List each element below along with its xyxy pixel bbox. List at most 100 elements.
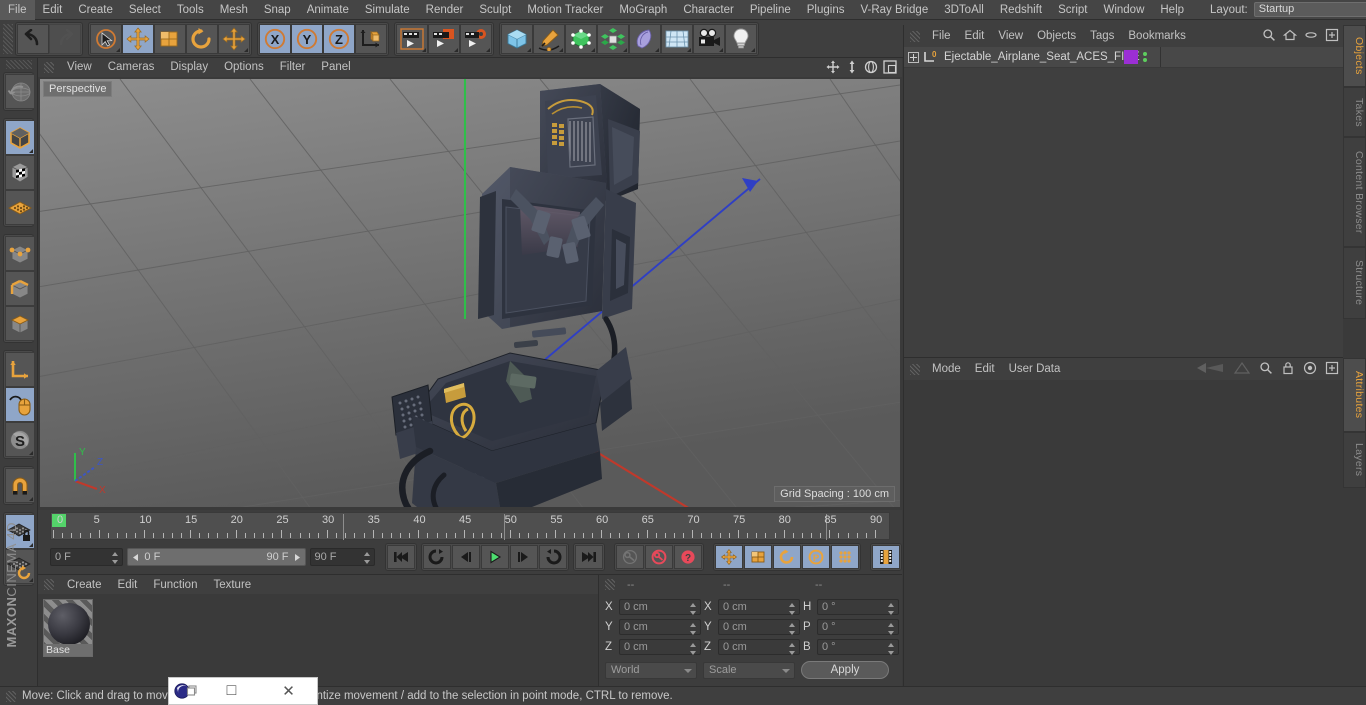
object-menu-objects[interactable]: Objects — [1030, 30, 1083, 42]
arrow-left-icon[interactable] — [1195, 361, 1225, 378]
lock-icon[interactable] — [1281, 361, 1295, 378]
menu-item-redshift[interactable]: Redshift — [992, 0, 1050, 20]
attributes-grip[interactable] — [910, 363, 920, 375]
menu-item-window[interactable]: Window — [1095, 0, 1152, 20]
coordinates-grip[interactable] — [605, 579, 615, 590]
object-manager-grip[interactable] — [910, 30, 920, 42]
menu-item-animate[interactable]: Animate — [299, 0, 357, 20]
menu-item-character[interactable]: Character — [675, 0, 742, 20]
viewport-menu-panel[interactable]: Panel — [313, 58, 358, 77]
menu-item-select[interactable]: Select — [121, 0, 169, 20]
material-menu-grip[interactable] — [44, 579, 54, 590]
axis-modify-button[interactable] — [5, 352, 35, 387]
record-key-button[interactable] — [616, 545, 644, 569]
stepper-icon[interactable] — [690, 603, 697, 615]
coord-size-input-z[interactable]: 0 cm — [718, 639, 800, 655]
point-mode-button[interactable] — [5, 236, 35, 271]
visibility-dots-icon[interactable] — [1143, 52, 1147, 62]
left-palette-grip[interactable] — [5, 60, 32, 69]
menu-item-mesh[interactable]: Mesh — [212, 0, 256, 20]
layout-dropdown[interactable]: Startup — [1253, 2, 1366, 17]
coord-rot-input-h[interactable]: 0 ° — [817, 599, 899, 615]
scale-key-button[interactable] — [744, 545, 772, 569]
texture-mode-button[interactable] — [5, 155, 35, 190]
coord-rot-input-b[interactable]: 0 ° — [817, 639, 899, 655]
coord-pos-input-y[interactable]: 0 cm — [619, 619, 701, 635]
overlay-window[interactable]: □ ✕ — [168, 677, 318, 705]
menu-item-mograph[interactable]: MoGraph — [611, 0, 675, 20]
menu-item-edit[interactable]: Edit — [35, 0, 71, 20]
timeline-filmstrip-button[interactable] — [872, 545, 900, 569]
menu-item-tools[interactable]: Tools — [169, 0, 212, 20]
toolbar-grip[interactable] — [3, 23, 13, 54]
cube-primitive-button[interactable] — [501, 23, 533, 54]
model-mode-button[interactable] — [5, 120, 35, 155]
viewport-menu-cameras[interactable]: Cameras — [100, 58, 163, 77]
rotate-tool-button[interactable] — [186, 23, 218, 54]
render-settings-button[interactable] — [460, 23, 492, 54]
step-back-button[interactable] — [452, 545, 480, 569]
coordinate-mode-dropdown[interactable]: Scale — [703, 661, 795, 679]
maximize-view-icon[interactable] — [883, 60, 897, 77]
play-backwards-loop-button[interactable] — [423, 545, 451, 569]
render-view-button[interactable] — [396, 23, 428, 54]
undo-button[interactable] — [17, 23, 49, 54]
render-region-button[interactable] — [428, 23, 460, 54]
position-key-button[interactable] — [715, 545, 743, 569]
point-level-anim-button[interactable] — [831, 545, 859, 569]
menu-item-sculpt[interactable]: Sculpt — [471, 0, 519, 20]
viewport-menu-view[interactable]: View — [59, 58, 100, 77]
autokey-button[interactable] — [645, 545, 673, 569]
expand-plus-icon[interactable] — [908, 51, 919, 63]
light-button[interactable] — [725, 23, 757, 54]
object-menu-edit[interactable]: Edit — [958, 30, 992, 42]
overlay-close-button[interactable]: ✕ — [260, 678, 317, 704]
generator-button[interactable] — [565, 23, 597, 54]
attributes-body[interactable] — [904, 380, 1343, 686]
search-icon[interactable] — [1262, 28, 1276, 45]
playback-range-bar[interactable]: 0 F 90 F — [127, 548, 306, 566]
play-forward-button[interactable] — [481, 545, 509, 569]
tab-content-browser[interactable]: Content Browser — [1343, 137, 1366, 247]
stepper-icon[interactable] — [888, 643, 895, 655]
menu-item-vray-bridge[interactable]: V-Ray Bridge — [852, 0, 936, 20]
plus-box-icon[interactable] — [1325, 361, 1339, 378]
coord-size-input-x[interactable]: 0 cm — [718, 599, 800, 615]
tab-objects[interactable]: Objects — [1343, 25, 1366, 87]
coord-pos-input-x[interactable]: 0 cm — [619, 599, 701, 615]
world-coordinate-button[interactable] — [355, 23, 387, 54]
viewport-menu-options[interactable]: Options — [216, 58, 272, 77]
stepper-icon[interactable] — [789, 603, 796, 615]
object-menu-tags[interactable]: Tags — [1083, 30, 1121, 42]
z-axis-lock-button[interactable]: Z — [323, 23, 355, 54]
tab-layers[interactable]: Layers — [1343, 432, 1366, 488]
coord-size-input-y[interactable]: 0 cm — [718, 619, 800, 635]
rotation-key-button[interactable] — [773, 545, 801, 569]
timeline-ruler[interactable]: 0 5 10 15 20 25 30 35 40 45 50 55 60 65 70 75 80 85 90 — [50, 512, 890, 540]
material-menu-texture[interactable]: Texture — [205, 579, 259, 591]
menu-item-create[interactable]: Create — [70, 0, 121, 20]
stepper-icon[interactable] — [364, 552, 371, 564]
x-axis-lock-button[interactable]: X — [259, 23, 291, 54]
ellipse-icon[interactable] — [1304, 28, 1318, 45]
attributes-menu-user-data[interactable]: User Data — [1002, 363, 1068, 375]
overlay-restore-button[interactable]: □ — [203, 678, 260, 704]
scale-tool-button[interactable] — [154, 23, 186, 54]
apply-button[interactable]: Apply — [801, 661, 889, 679]
coord-rot-input-p[interactable]: 0 ° — [817, 619, 899, 635]
go-to-start-button[interactable] — [387, 545, 415, 569]
viewport-menu-filter[interactable]: Filter — [272, 58, 314, 77]
plus-box-icon[interactable] — [1325, 28, 1339, 45]
menu-item-plugins[interactable]: Plugins — [799, 0, 853, 20]
edge-mode-button[interactable] — [5, 271, 35, 306]
object-menu-file[interactable]: File — [925, 30, 958, 42]
status-bar-grip[interactable] — [6, 690, 16, 702]
material-menu-function[interactable]: Function — [145, 579, 205, 591]
attributes-menu-edit[interactable]: Edit — [968, 363, 1002, 375]
material-tag-icon[interactable] — [1124, 50, 1138, 64]
menu-item-file[interactable]: File — [0, 0, 35, 20]
tab-attributes[interactable]: Attributes — [1343, 358, 1366, 432]
coord-pos-input-z[interactable]: 0 cm — [619, 639, 701, 655]
pan-icon[interactable] — [826, 60, 840, 77]
viewport-menu-grip[interactable] — [44, 62, 54, 73]
